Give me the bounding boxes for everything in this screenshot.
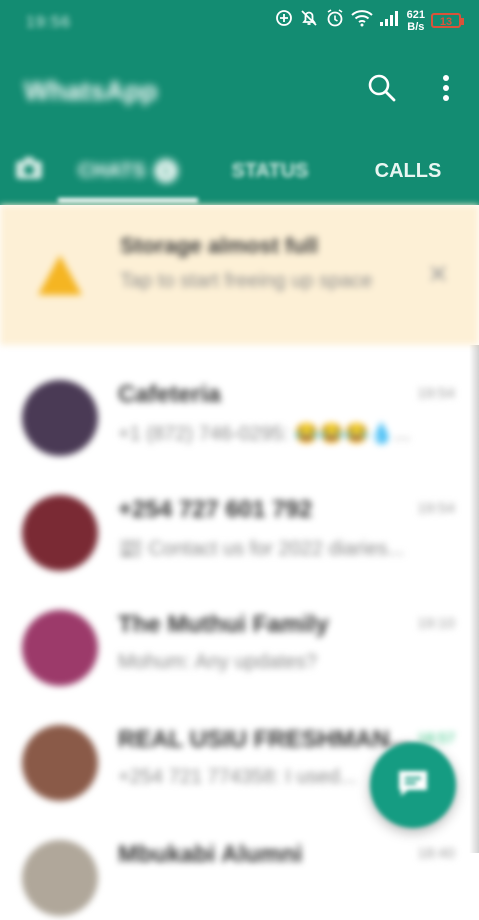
chat-list: Cafeteria 19:54 +1 (872) 746-0295: 😂😂😂💧.… [0,345,479,920]
network-speed-value: 621 [406,8,425,21]
search-icon [367,73,397,108]
alarm-icon [325,8,345,33]
tab-bar: CHATS 1 STATUS CALLS [0,140,479,205]
banner-title: Storage almost full [120,233,319,258]
chat-row[interactable]: The Muthui Family 19:10 Mohum: Any updat… [0,575,479,690]
more-options-button[interactable] [430,74,462,106]
tab-camera[interactable] [0,140,58,202]
search-button[interactable] [366,74,398,106]
app-title: WhatsApp [24,76,158,106]
mute-bell-icon [299,8,319,33]
unread-badge: 1 [153,159,178,183]
warning-icon [38,255,82,295]
chat-preview: 📰 Contact us for 2022 diaries... [118,538,405,560]
battery-level: 13 [439,16,453,28]
camera-icon [14,155,44,187]
close-icon[interactable]: ✕ [427,259,449,290]
avatar[interactable] [22,610,98,686]
chat-name: REAL USIU FRESHMAN... [118,726,410,753]
active-tab-indicator [58,198,198,203]
status-time: 19:56 [26,14,72,31]
chat-name: +254 727 601 792 [118,496,313,523]
tab-calls[interactable]: CALLS [338,140,478,202]
signal-icon [379,9,401,32]
avatar[interactable] [22,380,98,456]
message-icon [396,768,430,803]
chat-name: Mbukabi Alumni [118,841,303,868]
chat-row[interactable]: Cafeteria 19:54 +1 (872) 746-0295: 😂😂😂💧.… [0,345,479,460]
network-speed-unit: B/s [407,20,425,33]
tab-chats-label: CHATS [78,159,146,182]
status-bar: 19:56 621 B/s 13 [0,0,479,48]
chat-row[interactable]: +254 727 601 792 19:54 📰 Contact us for … [0,460,479,575]
chat-name: Cafeteria [118,381,221,408]
new-chat-button[interactable] [370,742,456,828]
tab-chats[interactable]: CHATS 1 [58,140,198,202]
app-header: 19:56 621 B/s 13 WhatsApp CHATS 1 STATUS… [0,0,479,205]
data-saver-icon [275,9,293,32]
avatar[interactable] [22,840,98,916]
network-speed: 621 B/s [407,9,425,33]
storage-warning-banner[interactable]: Storage almost full Tap to start freeing… [0,205,479,345]
avatar[interactable] [22,725,98,801]
status-icons: 621 B/s 13 [275,8,464,33]
more-vertical-icon [442,74,450,107]
scrollbar[interactable] [469,345,479,853]
tab-status[interactable]: STATUS [200,140,340,202]
wifi-icon [350,9,373,32]
chat-time: 19:54 [417,385,455,402]
chat-time: 19:10 [417,615,455,632]
banner-text: Tap to start freeing up space [120,270,373,292]
chat-preview: +1 (872) 746-0295: 😂😂😂💧... [118,423,411,445]
chat-time: 18:40 [417,845,455,862]
battery-icon: 13 [431,13,464,28]
chat-time: 19:54 [417,500,455,517]
chat-preview: Mohum: Any updates? [118,651,318,673]
avatar[interactable] [22,495,98,571]
chat-name: The Muthui Family [118,611,329,638]
